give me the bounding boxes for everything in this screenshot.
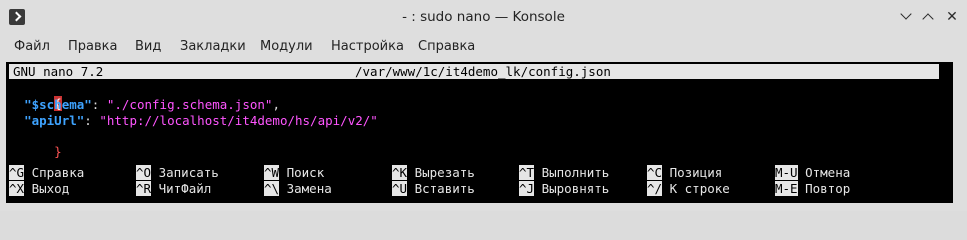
terminal-view[interactable]: GNU nano 7.2 /var/www/1c/it4demo_lk/conf… [6, 62, 959, 203]
menu-help[interactable]: Справка [418, 39, 475, 54]
json-value-apiurl: "http://localhost/it4demo/hs/api/v2/" [99, 113, 378, 128]
close-brace: } [54, 144, 62, 159]
konsole-window: - : sudo nano — Konsole ✕ Файл Правка Ви… [0, 0, 967, 211]
shortcut-help[interactable]: ^G Справка [9, 165, 84, 181]
shortcut-position[interactable]: ^C Позиция [647, 165, 722, 181]
title-bar[interactable]: - : sudo nano — Konsole ✕ [0, 0, 967, 34]
chevron-up-icon [922, 13, 934, 25]
json-sep: : [91, 97, 107, 112]
shortcut-execute[interactable]: ^T Выполнить [519, 165, 609, 181]
nano-filepath: /var/www/1c/it4demo_lk/config.json [355, 64, 611, 79]
close-button[interactable]: ✕ [943, 8, 961, 26]
menu-settings[interactable]: Настройка [331, 39, 404, 54]
menu-file[interactable]: Файл [14, 39, 50, 54]
minimize-button[interactable] [898, 8, 916, 26]
chevron-down-icon [900, 8, 912, 20]
code-line-3[interactable]: "apiUrl": "http://localhost/it4demo/hs/a… [9, 113, 378, 128]
menu-edit[interactable]: Правка [68, 39, 117, 54]
shortcut-exit[interactable]: ^X Выход [9, 181, 69, 197]
code-line-2[interactable]: "$schema": "./config.schema.json", [9, 97, 280, 112]
shortcut-go-to-line[interactable]: ^/ К строке [647, 181, 730, 197]
json-key-schema: "$schema" [24, 97, 92, 112]
json-value-schema: "./config.schema.json" [106, 97, 273, 112]
shortcut-justify[interactable]: ^J Выровнять [519, 181, 609, 197]
menu-plugins[interactable]: Модули [260, 39, 313, 54]
nano-header-bar: GNU nano 7.2 /var/www/1c/it4demo_lk/conf… [9, 64, 939, 79]
shortcut-paste[interactable]: ^U Вставить [392, 181, 475, 197]
menu-bookmarks[interactable]: Закладки [180, 39, 246, 54]
shortcut-undo[interactable]: M-U Отмена [775, 165, 850, 181]
shortcut-read-file[interactable]: ^R ЧитФайл [136, 181, 211, 197]
scrollbar[interactable] [953, 62, 967, 203]
menu-view[interactable]: Вид [135, 39, 161, 54]
window-title: - : sudo nano — Konsole [402, 9, 565, 25]
close-icon: ✕ [946, 9, 958, 25]
menu-bar: Файл Правка Вид Закладки Модули Настройк… [0, 35, 967, 61]
shortcut-search[interactable]: ^W Поиск [264, 165, 324, 181]
json-comma: , [272, 97, 280, 112]
json-key-apiurl: "apiUrl" [24, 113, 85, 128]
json-sep: : [84, 113, 100, 128]
maximize-button[interactable] [920, 8, 938, 26]
nano-version: GNU nano 7.2 [13, 64, 104, 79]
shortcut-replace[interactable]: ^\ Замена [264, 181, 332, 197]
shortcut-redo[interactable]: M-E Повтор [775, 181, 850, 197]
shortcut-write[interactable]: ^O Записать [136, 165, 219, 181]
shortcut-cut[interactable]: ^K Вырезать [392, 165, 475, 181]
